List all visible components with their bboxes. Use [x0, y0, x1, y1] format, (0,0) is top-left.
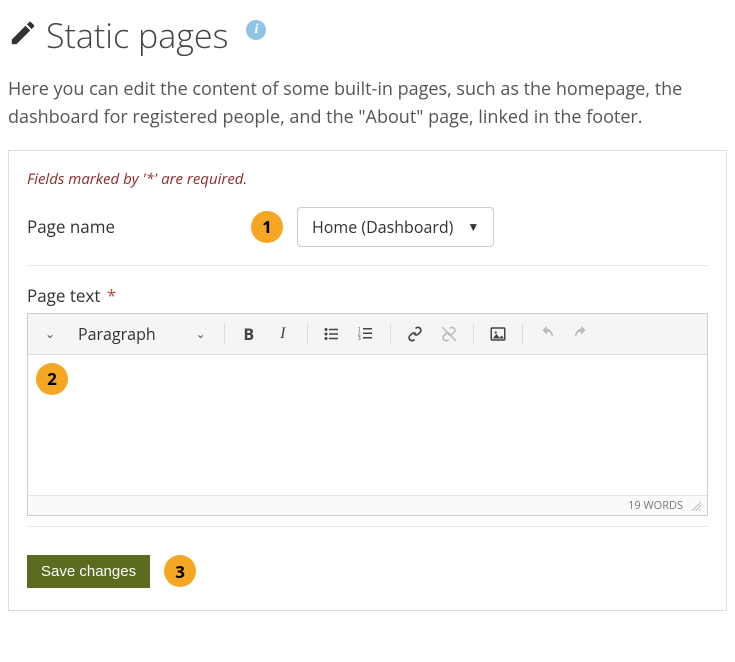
word-count: 19 WORDS [628, 498, 683, 513]
required-note: Fields marked by '*' are required. [27, 169, 708, 189]
svg-text:3: 3 [357, 334, 360, 342]
separator [27, 265, 708, 266]
toolbar-separator [473, 323, 474, 345]
save-button[interactable]: Save changes [27, 555, 150, 588]
callout-1: 1 [251, 211, 283, 243]
page-header: Static pages i [8, 12, 727, 58]
undo-button [533, 320, 561, 348]
page-name-row: Page name 1 Home (Dashboard) ▼ [27, 207, 708, 247]
resize-handle[interactable] [689, 499, 701, 511]
editor-footer: 19 WORDS [28, 495, 707, 515]
format-select[interactable]: Paragraph ⌄ [70, 320, 214, 348]
bold-button[interactable]: B [235, 320, 263, 348]
page-name-value: Home (Dashboard) [312, 216, 453, 238]
separator [27, 526, 708, 527]
intro-text: Here you can edit the content of some bu… [8, 76, 727, 132]
form-panel: Fields marked by '*' are required. Page … [8, 150, 727, 611]
editor-body[interactable]: 2 [28, 355, 707, 495]
page-text-label-text: Page text [27, 284, 100, 307]
toolbar-expand-button[interactable]: ⌄ [36, 320, 64, 348]
caret-down-icon: ▼ [467, 218, 479, 235]
rich-text-editor: ⌄ Paragraph ⌄ B I 123 [27, 313, 708, 516]
toolbar-separator [307, 323, 308, 345]
chevron-down-icon: ⌄ [196, 325, 206, 342]
toolbar-separator [390, 323, 391, 345]
toolbar-separator [522, 323, 523, 345]
required-asterisk: * [102, 284, 116, 307]
page-title: Static pages [46, 12, 228, 58]
edit-icon [8, 18, 38, 53]
callout-3: 3 [164, 555, 196, 587]
callout-2: 2 [36, 363, 68, 395]
save-row: Save changes 3 [27, 555, 708, 588]
italic-button[interactable]: I [269, 320, 297, 348]
numbered-list-button[interactable]: 123 [352, 320, 380, 348]
bullet-list-button[interactable] [318, 320, 346, 348]
info-icon[interactable]: i [246, 20, 266, 40]
link-button[interactable] [401, 320, 429, 348]
editor-toolbar: ⌄ Paragraph ⌄ B I 123 [28, 314, 707, 355]
format-label: Paragraph [78, 323, 156, 345]
toolbar-separator [224, 323, 225, 345]
image-button[interactable] [484, 320, 512, 348]
page-name-label: Page name [27, 215, 237, 238]
redo-button [567, 320, 595, 348]
page-name-select[interactable]: Home (Dashboard) ▼ [297, 207, 494, 247]
unlink-button [435, 320, 463, 348]
page-text-label: Page text * [27, 284, 708, 307]
